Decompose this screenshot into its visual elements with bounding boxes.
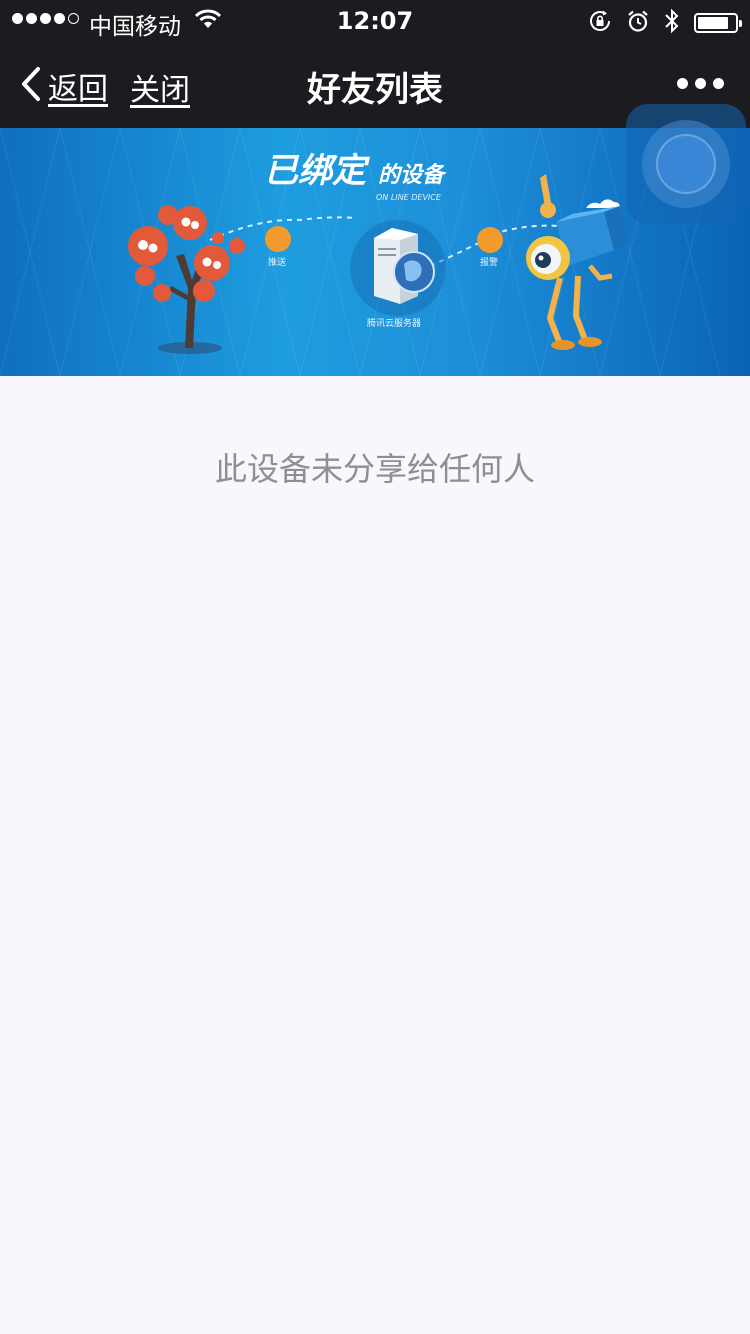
status-bar: 中国移动 12:07: [0, 0, 750, 40]
banner-title-sub: 的设备: [378, 162, 447, 188]
wechat-tree-illustration: [128, 205, 245, 354]
close-button[interactable]: 关闭: [130, 65, 190, 109]
battery-level: [698, 17, 728, 29]
back-label: 返回: [48, 72, 108, 107]
more-icon[interactable]: [677, 78, 724, 89]
banner-title-main: 已绑定: [264, 151, 371, 191]
alarm-icon: [626, 9, 650, 37]
assistive-touch-button[interactable]: [626, 104, 746, 224]
empty-state-message: 此设备未分享给任何人: [214, 450, 535, 488]
battery-icon: [694, 13, 742, 33]
banner-subtitle-en: ON LINE DEVICE: [376, 193, 442, 202]
bluetooth-icon: [664, 8, 680, 38]
cloud-server-illustration: [350, 220, 446, 316]
chevron-left-icon: [20, 66, 42, 106]
banner-label-server: 腾讯云服务器: [367, 317, 421, 329]
page-title: 好友列表: [307, 70, 443, 110]
banner-label-push: 推送: [268, 256, 286, 268]
back-button[interactable]: 返回: [20, 64, 108, 108]
banner-label-alarm: 报警: [480, 256, 498, 268]
rotation-lock-icon: [588, 9, 612, 37]
